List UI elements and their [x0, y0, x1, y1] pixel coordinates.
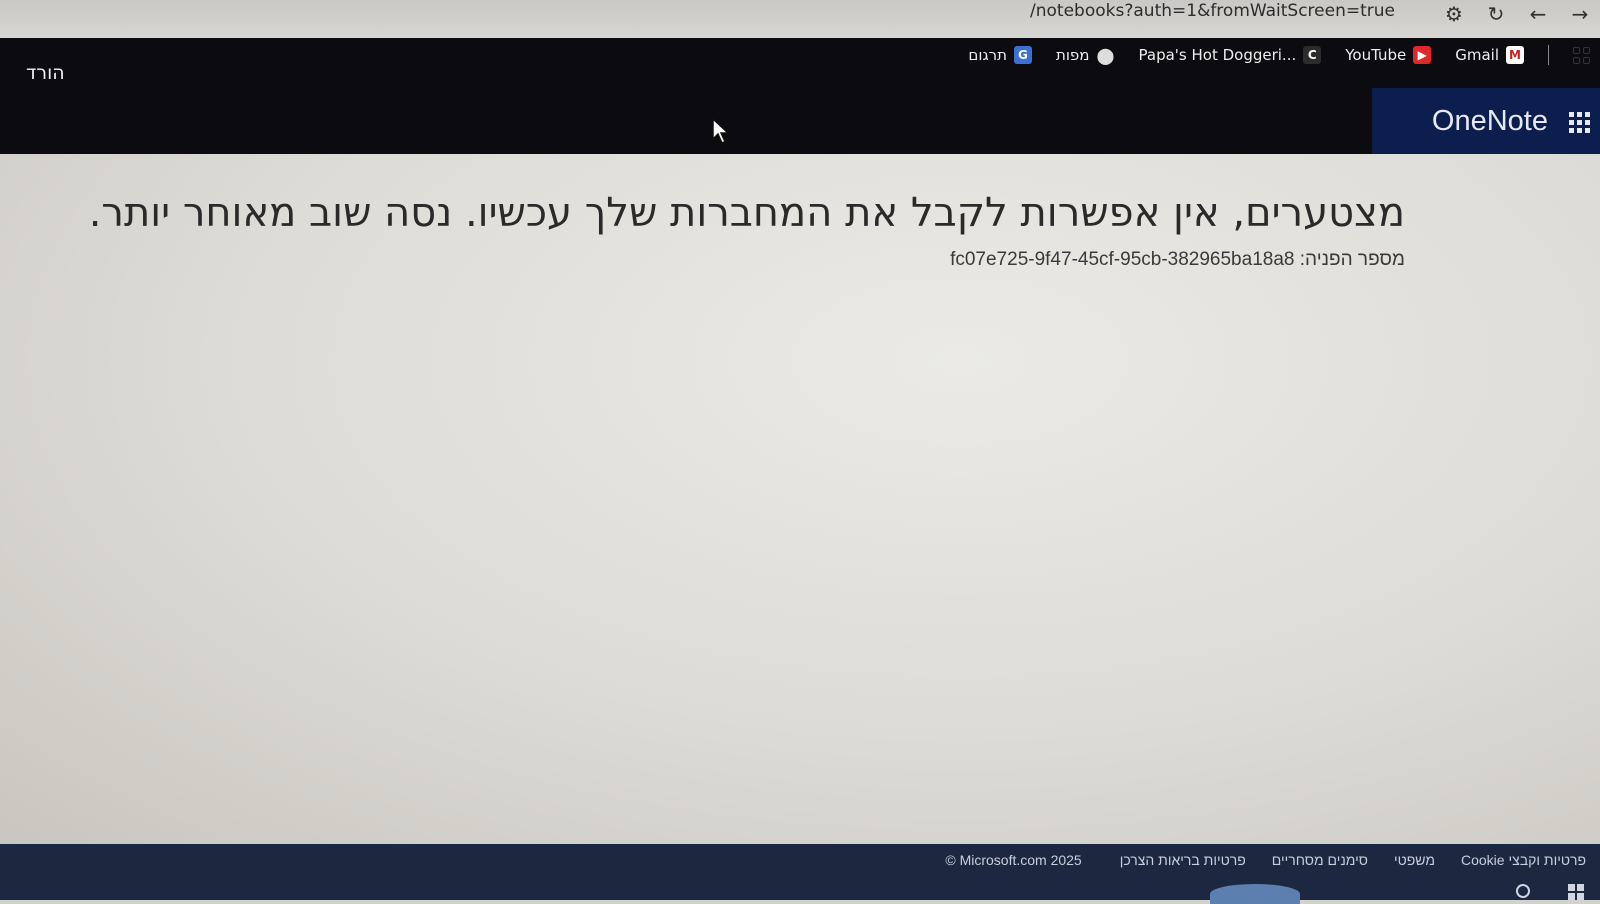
footer-copyright: Microsoft.com 2025 ©	[945, 852, 1082, 868]
bookmark-papas-hot-doggeria[interactable]: C Papa's Hot Doggeri...	[1139, 46, 1322, 64]
mouse-cursor-icon	[712, 118, 730, 144]
footer-link-trademarks[interactable]: סימנים מסחריים	[1272, 852, 1368, 868]
error-message: מצטערים, אין אפשרות לקבל את המחברות שלך …	[88, 190, 1405, 236]
footer-link-legal[interactable]: משפטי	[1394, 852, 1435, 868]
browser-nav-controls: ⚙ ↻ ← →	[1442, 2, 1592, 26]
bookmark-label: Gmail	[1455, 46, 1499, 64]
taskbar-search-icon[interactable]	[1516, 884, 1530, 898]
footer-link-consumer-health-privacy[interactable]: פרטיות בריאות הצרכן	[1120, 852, 1246, 868]
gmail-icon: M	[1506, 46, 1524, 64]
browser-toolbar: /notebooks?auth=1&fromWaitScreen=true ⚙ …	[0, 0, 1600, 38]
main-content: מצטערים, אין אפשרות לקבל את המחברות שלך …	[0, 154, 1600, 844]
reload-icon[interactable]: ↻	[1484, 2, 1508, 26]
download-link[interactable]: הורד	[26, 62, 65, 84]
windows-start-icon[interactable]	[1568, 884, 1584, 900]
youtube-icon: ▶	[1413, 46, 1432, 64]
request-id: מספר הפניה: fc07e725-9f47-45cf-95cb-3829…	[950, 249, 1405, 270]
app-launcher-waffle-icon[interactable]	[1569, 112, 1590, 133]
bookmark-maps[interactable]: ⬤ מפות	[1055, 45, 1115, 65]
back-arrow-icon[interactable]: ←	[1526, 2, 1550, 26]
bookmark-label: YouTube	[1345, 46, 1407, 64]
maps-pin-icon: ⬤	[1096, 45, 1115, 65]
footer-links: פרטיות וקבצי Cookie משפטי סימנים מסחריים…	[945, 852, 1586, 868]
translate-icon: G	[1013, 46, 1032, 64]
bookmark-translate[interactable]: G תרגום	[968, 46, 1032, 64]
bookmark-youtube[interactable]: ▶ YouTube	[1345, 46, 1432, 64]
bookmark-label: תרגום	[968, 46, 1007, 64]
address-bar-text[interactable]: /notebooks?auth=1&fromWaitScreen=true	[1030, 0, 1395, 24]
footer-link-privacy-cookies[interactable]: פרטיות וקבצי Cookie	[1461, 852, 1586, 868]
bookmark-label: Papa's Hot Doggeri...	[1138, 46, 1297, 64]
apps-grid-icon[interactable]	[1573, 46, 1590, 64]
papas-game-icon: C	[1303, 46, 1322, 64]
app-title[interactable]: OneNote	[1432, 105, 1548, 138]
page-footer: פרטיות וקבצי Cookie משפטי סימנים מסחריים…	[0, 844, 1600, 904]
bookmark-gmail[interactable]: M Gmail	[1455, 46, 1524, 64]
bookmark-label: מפות	[1055, 46, 1090, 64]
forward-arrow-icon[interactable]: →	[1568, 2, 1592, 26]
site-settings-icon[interactable]: ⚙	[1442, 2, 1466, 26]
bookmark-separator	[1548, 45, 1549, 65]
taskbar-widget-icon[interactable]	[1210, 884, 1300, 904]
onenote-app-bar: OneNote	[1372, 88, 1600, 154]
bookmarks-bar: M Gmail ▶ YouTube C Papa's Hot Doggeri..…	[968, 38, 1590, 72]
